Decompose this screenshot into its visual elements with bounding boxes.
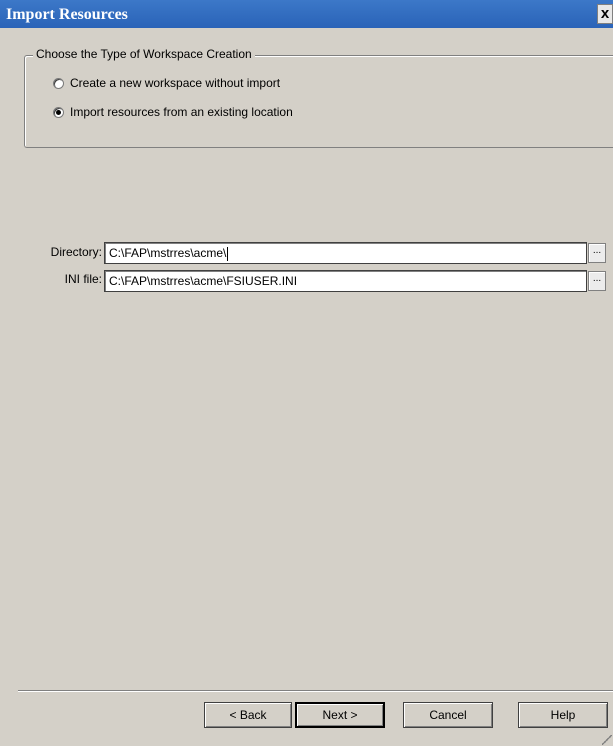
footer-separator — [18, 690, 613, 692]
ellipsis-icon: ... — [592, 273, 602, 284]
radio-label-create-new: Create a new workspace without import — [70, 76, 281, 90]
radio-create-new-workspace[interactable]: Create a new workspace without import — [53, 75, 280, 91]
cancel-button[interactable]: Cancel — [403, 702, 493, 728]
directory-input[interactable]: C:\FAP\mstrres\acme\ — [104, 242, 587, 264]
ini-file-value: C:\FAP\mstrres\acme\FSIUSER.INI — [109, 274, 298, 288]
back-button[interactable]: < Back — [204, 702, 292, 728]
text-caret — [227, 246, 229, 261]
radio-label-import-existing: Import resources from an existing locati… — [70, 105, 293, 119]
ini-file-browse-button[interactable]: ... — [588, 271, 606, 291]
radio-button-checked[interactable] — [53, 106, 64, 118]
back-button-label: < Back — [229, 708, 267, 722]
ini-file-label: INI file: — [64, 272, 102, 286]
next-button[interactable]: Next > — [295, 702, 385, 728]
resize-grip-icon[interactable] — [602, 735, 612, 745]
close-icon: x — [600, 5, 610, 22]
ellipsis-icon: ... — [592, 245, 602, 256]
directory-browse-button[interactable]: ... — [588, 243, 606, 263]
directory-value: C:\FAP\mstrres\acme\ — [109, 246, 227, 260]
workspace-type-groupbox — [24, 55, 613, 148]
import-resources-dialog: Import Resources x Choose the Type of Wo… — [0, 0, 613, 746]
window-title: Import Resources — [6, 6, 128, 23]
ini-file-input[interactable]: C:\FAP\mstrres\acme\FSIUSER.INI — [104, 270, 587, 292]
help-button[interactable]: Help — [518, 702, 608, 728]
radio-import-existing[interactable]: Import resources from an existing locati… — [53, 104, 293, 120]
close-button[interactable]: x — [597, 4, 613, 24]
directory-label: Directory: — [50, 245, 102, 259]
next-button-label: Next > — [322, 708, 358, 722]
groupbox-legend: Choose the Type of Workspace Creation — [33, 47, 255, 61]
radio-button-unchecked[interactable] — [53, 77, 64, 89]
help-button-label: Help — [550, 708, 576, 722]
title-bar[interactable]: Import Resources x — [0, 0, 613, 28]
cancel-button-label: Cancel — [429, 708, 467, 722]
